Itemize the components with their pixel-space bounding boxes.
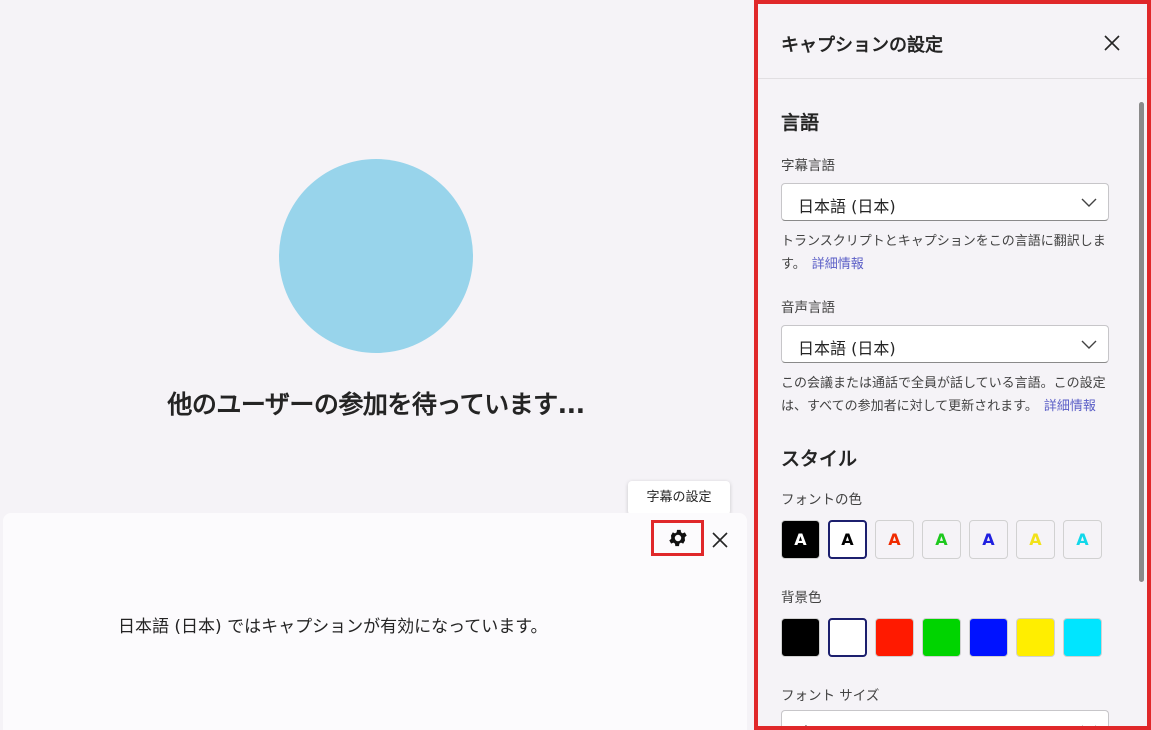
panel-scrollbar[interactable] — [1139, 102, 1144, 582]
spoken-language-dropdown[interactable]: 日本語 (日本) — [781, 325, 1109, 363]
font-color-label: フォントの色 — [781, 492, 862, 508]
background-color-swatch[interactable] — [781, 618, 820, 657]
background-color-swatch[interactable] — [875, 618, 914, 657]
font-color-swatch[interactable]: A — [1016, 520, 1055, 559]
subtitle-language-learn-more-link[interactable]: 詳細情報 — [812, 257, 864, 272]
font-color-swatch[interactable]: A — [969, 520, 1008, 559]
spoken-language-learn-more-link[interactable]: 詳細情報 — [1044, 399, 1096, 414]
subtitle-language-value: 日本語 (日本) — [798, 197, 896, 216]
subtitle-language-label: 字幕言語 — [781, 158, 835, 174]
spoken-language-help: この会議または通話で全員が話している言語。この設定は、すべての参加者に対して更新… — [781, 372, 1113, 418]
chevron-down-icon — [1081, 340, 1097, 349]
style-heading: スタイル — [781, 448, 858, 470]
close-icon — [1104, 35, 1120, 51]
subtitle-language-help: トランスクリプトとキャプションをこの言語に翻訳します。 詳細情報 — [781, 230, 1113, 276]
font-color-swatch[interactable]: A — [828, 520, 867, 559]
spoken-language-value: 日本語 (日本) — [798, 339, 896, 358]
background-color-swatch[interactable] — [1063, 618, 1102, 657]
captions-status-text: 日本語 (日本) ではキャプションが有効になっています。 — [118, 617, 548, 637]
panel-header: キャプションの設定 — [758, 4, 1147, 79]
background-color-swatch[interactable] — [828, 618, 867, 657]
avatar — [279, 159, 473, 353]
background-color-swatch[interactable] — [922, 618, 961, 657]
font-color-swatch[interactable]: A — [1063, 520, 1102, 559]
font-size-value: 中 — [798, 720, 814, 726]
close-panel-button[interactable] — [1100, 31, 1124, 55]
caption-settings-panel: キャプションの設定 言語 字幕言語 日本語 (日本) トランスクリプトとキャプシ… — [754, 0, 1151, 730]
live-captions-panel: 日本語 (日本) ではキャプションが有効になっています。 — [3, 513, 747, 730]
waiting-message: 他のユーザーの参加を待っています... — [167, 390, 585, 419]
font-color-swatch[interactable]: A — [781, 520, 820, 559]
chevron-down-icon — [1081, 198, 1097, 207]
font-color-swatch[interactable]: A — [875, 520, 914, 559]
close-icon — [712, 532, 728, 548]
panel-title: キャプションの設定 — [781, 35, 943, 56]
chevron-down-icon — [1082, 725, 1096, 726]
font-color-swatch[interactable]: A — [922, 520, 961, 559]
caption-settings-tooltip: 字幕の設定 — [628, 481, 730, 515]
font-size-label: フォント サイズ — [781, 688, 880, 704]
language-heading: 言語 — [781, 112, 820, 134]
close-captions-button[interactable] — [708, 528, 732, 552]
spoken-language-label: 音声言語 — [781, 300, 835, 316]
font-size-dropdown[interactable]: 中 — [781, 710, 1109, 726]
background-color-options — [781, 618, 1102, 657]
background-color-swatch[interactable] — [969, 618, 1008, 657]
subtitle-language-dropdown[interactable]: 日本語 (日本) — [781, 183, 1109, 221]
font-color-options: AAAAAAA — [781, 520, 1102, 559]
background-color-swatch[interactable] — [1016, 618, 1055, 657]
background-color-label: 背景色 — [781, 590, 822, 606]
caption-settings-button[interactable] — [651, 520, 704, 556]
gear-icon — [668, 529, 687, 547]
